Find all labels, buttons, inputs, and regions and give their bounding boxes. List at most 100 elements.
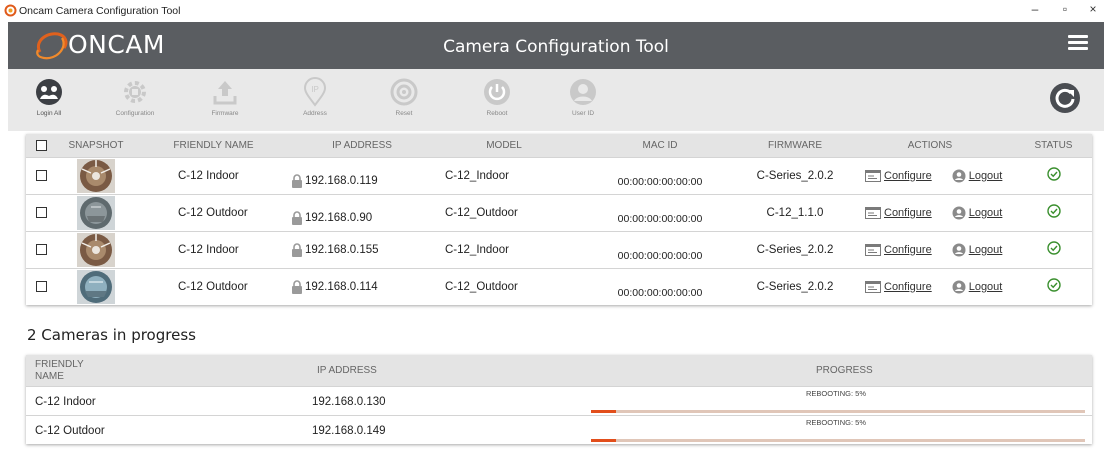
reboot-label: Reboot <box>486 110 508 117</box>
friendly-name: C-12 Indoor <box>136 230 291 268</box>
svg-text:IP: IP <box>311 85 319 94</box>
status-ok-icon <box>1046 278 1061 292</box>
firmware-button[interactable]: Firmware <box>190 77 260 117</box>
configuration-label: Configuration <box>115 110 155 117</box>
user-id-button[interactable]: User ID <box>548 77 618 117</box>
ip-address-icon: IP <box>303 77 327 107</box>
row-checkbox[interactable] <box>35 206 47 218</box>
user-logout-icon <box>952 206 966 219</box>
firmware-version: C-Series_2.0.2 <box>745 267 845 305</box>
configure-link[interactable]: Configure <box>865 169 932 183</box>
table-row[interactable]: C-12 Indoor 192.168.0.155 C-12_Indoor 00… <box>26 230 1092 268</box>
progress-bar-fill <box>591 439 616 442</box>
menu-icon[interactable] <box>1068 35 1088 51</box>
reset-label: Reset <box>395 110 413 117</box>
window-titlebar: Oncam Camera Configuration Tool – ▫ × <box>0 0 1108 22</box>
logout-link[interactable]: Logout <box>952 206 1002 220</box>
login-all-button[interactable]: Login All <box>14 77 84 117</box>
row-checkbox[interactable] <box>35 281 47 293</box>
table-row[interactable]: C-12 Indoor 192.168.0.119 C-12_Indoor 00… <box>26 156 1092 194</box>
select-all-checkbox[interactable] <box>35 139 47 151</box>
friendly-name: C-12 Outdoor <box>136 267 291 305</box>
firmware-label: Firmware <box>211 110 239 117</box>
configuration-icon <box>124 81 146 103</box>
progress-header-row: FRIENDLY NAME IP ADDRESS PROGRESS <box>26 355 1092 386</box>
restore-button[interactable]: ▫ <box>1055 2 1075 16</box>
login-all-icon <box>36 79 62 105</box>
row-checkbox[interactable] <box>35 169 47 181</box>
row-checkbox[interactable] <box>35 243 47 255</box>
camera-snapshot-outdoor[interactable] <box>77 269 115 304</box>
mac-id: 00:00:00:00:00:00 <box>617 212 703 225</box>
minimize-button[interactable]: – <box>1025 2 1045 16</box>
col-progress: PROGRESS <box>816 365 873 376</box>
configuration-button[interactable]: Configuration <box>100 77 170 117</box>
camera-snapshot-indoor[interactable] <box>77 232 115 267</box>
table-header-row: SNAPSHOT FRIENDLY NAME IP ADDRESS MODEL … <box>26 134 1092 157</box>
ip-address: 192.168.0.90 <box>305 211 373 224</box>
progress-heading: 2 Cameras in progress <box>27 326 196 344</box>
ip-address: 192.168.0.114 <box>305 280 378 293</box>
configure-window-icon <box>865 206 881 219</box>
mac-id: 00:00:00:00:00:00 <box>617 175 703 188</box>
table-row[interactable]: C-12 Outdoor 192.168.0.90 C-12_Outdoor 0… <box>26 193 1092 231</box>
col-actions: ACTIONS <box>845 134 1015 157</box>
user-logout-icon <box>952 280 966 294</box>
camera-snapshot-outdoor[interactable] <box>77 195 115 230</box>
reset-button[interactable]: Reset <box>369 77 439 117</box>
power-icon <box>484 79 510 105</box>
progress-status: REBOOTING: 5% <box>806 389 867 398</box>
app-icon <box>4 4 17 17</box>
col-friendly-name: FRIENDLY NAME <box>136 134 291 157</box>
table-row[interactable]: C-12 Outdoor 192.168.0.114 C-12_Outdoor … <box>26 267 1092 305</box>
user-icon <box>570 79 596 105</box>
reset-icon <box>390 78 418 106</box>
progress-row: C-12 Indoor 192.168.0.130 REBOOTING: 5% <box>26 386 1092 415</box>
close-button[interactable]: × <box>1083 2 1103 16</box>
model: C-12_Outdoor <box>433 193 575 231</box>
configure-window-icon <box>865 243 881 256</box>
refresh-icon[interactable] <box>1048 81 1082 115</box>
col-ip-address: IP ADDRESS <box>317 365 377 376</box>
ip-address: 192.168.0.149 <box>312 425 386 437</box>
progress-bar <box>591 439 1085 442</box>
toolbar: Login All Configuration Firmware IP Addr… <box>8 69 1104 131</box>
lock-icon <box>292 280 302 294</box>
configure-link[interactable]: Configure <box>865 243 932 257</box>
configure-window-icon <box>865 280 881 293</box>
configure-link[interactable]: Configure <box>865 206 932 220</box>
logout-link[interactable]: Logout <box>952 169 1002 183</box>
mac-id: 00:00:00:00:00:00 <box>617 286 703 299</box>
camera-snapshot-indoor[interactable] <box>77 158 115 193</box>
logout-link[interactable]: Logout <box>952 280 1002 294</box>
mac-id: 00:00:00:00:00:00 <box>617 249 703 262</box>
lock-icon <box>292 242 302 257</box>
col-friendly-name: FRIENDLY NAME <box>35 359 84 382</box>
firmware-upload-icon <box>213 81 237 105</box>
friendly-name: C-12 Indoor <box>136 156 291 194</box>
configure-link[interactable]: Configure <box>865 280 932 294</box>
status-ok-icon <box>1046 167 1061 181</box>
col-snapshot: SNAPSHOT <box>56 134 136 157</box>
status-ok-icon <box>1046 204 1061 218</box>
address-label: Address <box>303 110 327 117</box>
lock-icon <box>292 173 302 188</box>
progress-bar <box>591 410 1085 413</box>
address-button[interactable]: IP Address <box>280 77 350 117</box>
configure-window-icon <box>865 169 881 182</box>
firmware-version: C-Series_2.0.2 <box>745 156 845 194</box>
user-logout-icon <box>952 169 966 182</box>
friendly-name: C-12 Outdoor <box>136 193 291 231</box>
ip-address: 192.168.0.119 <box>305 174 378 187</box>
col-model: MODEL <box>433 134 575 157</box>
friendly-name: C-12 Outdoor <box>35 425 105 437</box>
reboot-button[interactable]: Reboot <box>462 77 532 117</box>
model: C-12_Outdoor <box>433 267 575 305</box>
model: C-12_Indoor <box>433 156 575 194</box>
progress-status: REBOOTING: 5% <box>806 418 867 427</box>
logout-link[interactable]: Logout <box>952 243 1002 257</box>
ip-address: 192.168.0.155 <box>305 243 379 256</box>
col-ip-address: IP ADDRESS <box>291 134 433 157</box>
col-mac-id: MAC ID <box>575 134 745 157</box>
firmware-version: C-Series_2.0.2 <box>745 230 845 268</box>
